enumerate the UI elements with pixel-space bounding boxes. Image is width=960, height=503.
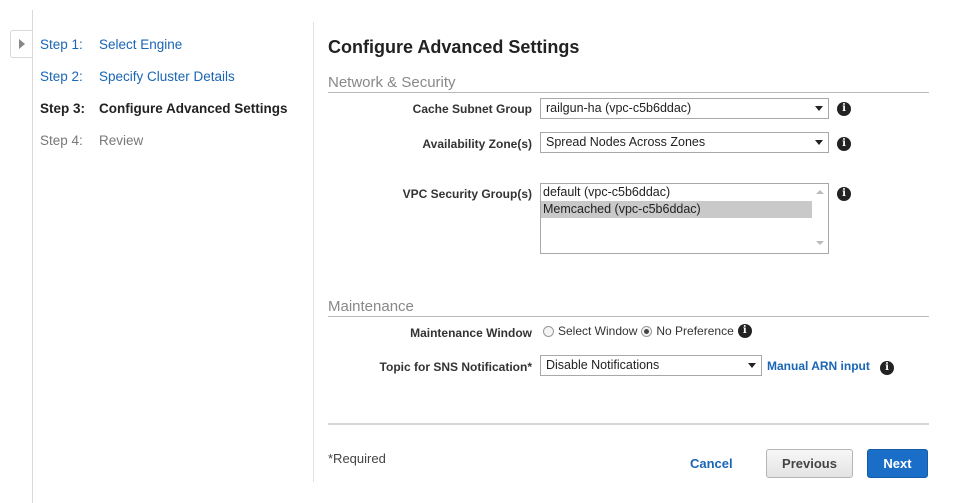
chevron-down-icon [815,140,823,145]
section-divider [328,92,929,93]
sns-topic-select[interactable]: Disable Notifications [540,355,762,376]
panel-divider [313,22,314,482]
rail-border [32,10,33,503]
section-divider [328,316,929,317]
availability-zones-select[interactable]: Spread Nodes Across Zones [540,132,829,153]
info-icon[interactable]: i [837,102,851,116]
maintenance-window-radio-group: Select Window No Preference i [543,324,752,338]
wizard-step-label: Configure Advanced Settings [99,101,288,116]
expand-panel-button[interactable] [10,30,32,58]
wizard-step-3: Step 3: Configure Advanced Settings [40,101,288,133]
scrollbar[interactable] [812,184,828,253]
maintenance-window-label: Maintenance Window [410,326,532,340]
required-note: *Required [328,451,386,466]
wizard-step-4: Step 4: Review [40,133,288,165]
availability-zones-label: Availability Zone(s) [422,137,532,151]
cancel-button[interactable]: Cancel [690,456,733,471]
previous-button[interactable]: Previous [766,449,853,478]
vpc-security-groups-label: VPC Security Group(s) [402,187,532,201]
select-window-radio[interactable] [543,325,554,337]
no-preference-label[interactable]: No Preference [656,324,733,338]
scroll-down-icon [816,241,824,245]
cache-subnet-group-select[interactable]: railgun-ha (vpc-c5b6ddac) [540,98,829,119]
list-item[interactable]: default (vpc-c5b6ddac) [541,184,812,201]
wizard-step-label: Select Engine [99,37,183,52]
chevron-down-icon [748,363,756,368]
list-item-selected[interactable]: Memcached (vpc-c5b6ddac) [541,201,812,218]
info-icon[interactable]: i [837,137,851,151]
maintenance-heading: Maintenance [328,298,414,315]
scroll-up-icon [816,190,824,194]
footer-divider [328,423,929,425]
page-title: Configure Advanced Settings [328,37,580,57]
info-icon[interactable]: i [837,187,851,201]
wizard-step-1[interactable]: Step 1: Select Engine [40,37,288,69]
wizard-step-2[interactable]: Step 2: Specify Cluster Details [40,69,288,101]
sns-topic-label: Topic for SNS Notification* [379,360,532,374]
wizard-steps: Step 1: Select Engine Step 2: Specify Cl… [40,37,288,165]
expand-panel-icon [19,39,25,49]
wizard-step-label: Specify Cluster Details [99,69,235,84]
manual-arn-input-link[interactable]: Manual ARN input [767,359,870,373]
network-security-heading: Network & Security [328,74,456,91]
next-button[interactable]: Next [867,449,928,478]
info-icon[interactable]: i [737,324,752,338]
no-preference-radio[interactable] [641,325,653,337]
vpc-security-groups-listbox[interactable]: default (vpc-c5b6ddac) Memcached (vpc-c5… [540,183,829,254]
cache-subnet-group-label: Cache Subnet Group [412,102,532,116]
select-window-label[interactable]: Select Window [558,324,637,338]
info-icon[interactable]: i [880,361,894,375]
wizard-step-label: Review [99,133,144,148]
chevron-down-icon [815,106,823,111]
